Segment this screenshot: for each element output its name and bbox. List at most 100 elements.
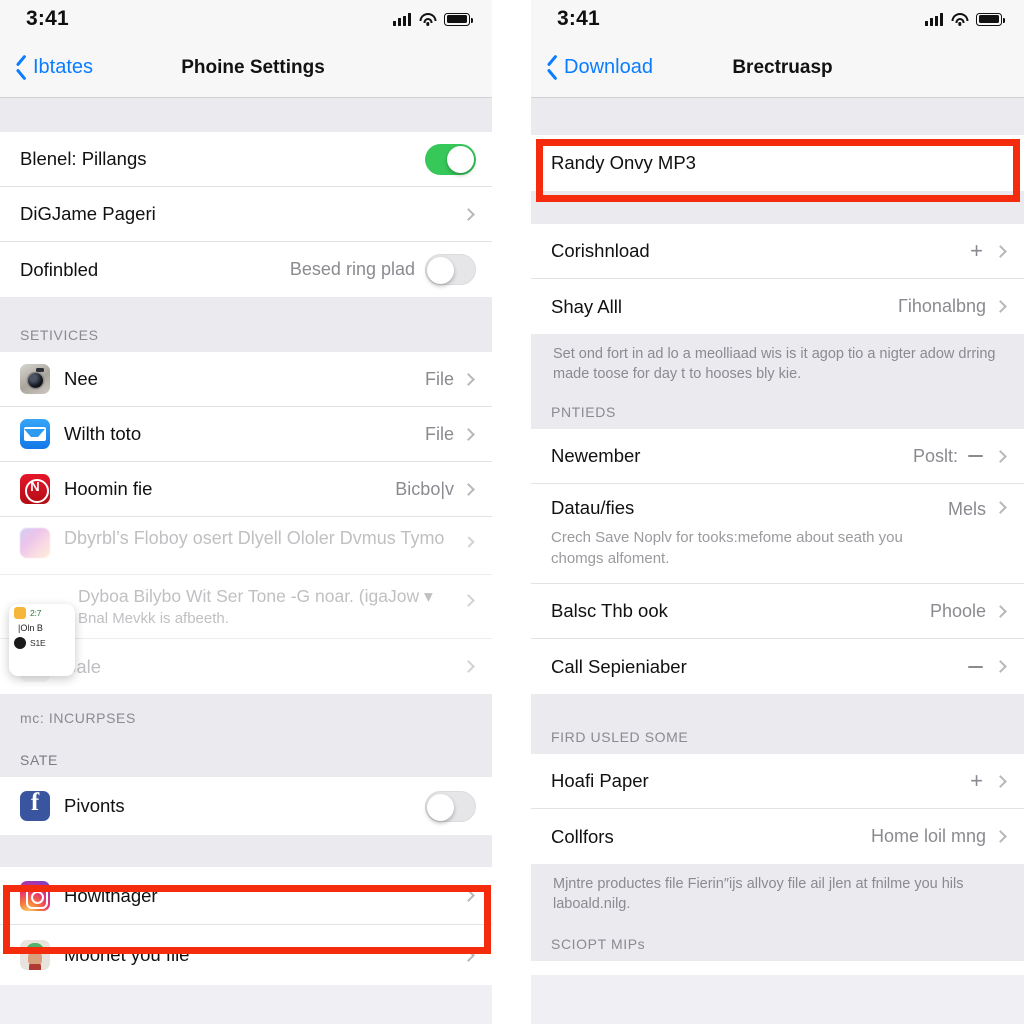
spacer (0, 835, 492, 867)
right-group-1: Corishnload + Shay Alll Γihonalbng (531, 224, 1024, 334)
spacer (531, 694, 1024, 722)
back-button[interactable]: Download (547, 56, 653, 79)
row-title: Dofinbled (20, 258, 99, 280)
section-header-incurses: mc: INCURPSES (0, 694, 492, 735)
list-item[interactable]: Corishnload + (531, 224, 1024, 279)
row-title: Dbyrbl’s Floboy osert Dlyell Ololer Dvmu… (64, 528, 445, 548)
list-item[interactable]: Dofinbled Besed ring plad (0, 242, 492, 297)
wifi-icon (951, 12, 968, 26)
row-title: Newember (551, 445, 641, 466)
row-title: DiGJame Pageri (20, 203, 156, 224)
status-icons (925, 12, 1006, 26)
row-value: Phoole (929, 600, 986, 621)
wifi-icon (419, 12, 436, 26)
list-item[interactable]: Balsc Thb ook Phoole (531, 584, 1024, 640)
minus-icon[interactable] (968, 454, 983, 458)
popup-value: 2:7 (30, 608, 42, 618)
list-item[interactable]: Hoomin fie Bicbo|v (0, 462, 492, 517)
section-header-first-used: FIRD USLED SOME (531, 721, 1024, 755)
chevron-right-icon (994, 244, 1007, 258)
left-group-general: Blenel: Pillangs DiGJame Pageri Dofinble… (0, 132, 492, 297)
list-item-highlighted[interactable]: Randy Onvy MP3 (531, 135, 1024, 191)
section-header-services: SETIVICES (0, 297, 492, 352)
left-group-social: Pivonts (0, 777, 492, 835)
list-item[interactable]: Pivonts (0, 777, 492, 835)
section-footer-1: Set ond fort in ad lo a meolliaad wis is… (531, 334, 1024, 398)
chevron-right-icon (463, 536, 475, 548)
row-value: File (424, 423, 454, 444)
row-value: Bicbo|v (395, 478, 454, 499)
row-title: Moonet you file (64, 944, 190, 965)
list-item[interactable]: Collfors Home loil mng (531, 809, 1024, 865)
list-item[interactable]: Shay Alll Γihonalbng (531, 279, 1024, 334)
list-item[interactable]: DiGJame Pageri (0, 187, 492, 242)
popup-row: S1E (9, 634, 75, 652)
row-title: Call Sepieniaber (551, 655, 687, 677)
avatar-app-icon (20, 940, 50, 970)
popup-chip-icon (14, 607, 26, 619)
row-subtitle: Bnal Mevkk is afbeeth. (78, 610, 229, 627)
facebook-app-icon (20, 791, 50, 821)
chevron-left-icon (16, 57, 28, 78)
popup-line: |Oln B (18, 623, 43, 633)
status-clock: 3:41 (26, 7, 69, 30)
row-value: Besed ring plad (289, 259, 415, 279)
section-footer-2: Mjntre productes file Fierin″ijs allvoy … (531, 864, 1024, 929)
list-item[interactable]: Blenel: Pillangs (0, 132, 492, 187)
list-item[interactable]: Newember Poslt: (531, 429, 1024, 484)
chevron-right-icon (994, 605, 1007, 618)
row-value: Γihonalbng (898, 296, 986, 316)
cellular-bars-icon (393, 12, 411, 26)
row-title: Corishnload (551, 240, 650, 261)
left-nav-bar: Ibtates Phoine Settings (0, 38, 492, 98)
battery-full-icon (444, 12, 474, 26)
chevron-right-icon (994, 775, 1007, 788)
row-title: Balsc Thb ook (551, 600, 668, 622)
instagram-app-icon (20, 880, 50, 911)
list-item[interactable]: Call Sepieniaber (531, 639, 1024, 695)
status-clock: 3:41 (557, 7, 600, 30)
row-title: Collfors (551, 825, 614, 847)
chevron-right-icon (462, 482, 475, 496)
chevron-right-icon (462, 594, 475, 607)
chevron-right-icon (994, 830, 1007, 844)
camera-app-icon (20, 364, 50, 394)
row-title: Randy Onvy MP3 (551, 152, 696, 173)
status-icons (393, 12, 474, 26)
list-item[interactable]: Hoafi Paper + (531, 754, 1024, 810)
row-title: Pivonts (64, 795, 125, 816)
row-value: Home loil mng (870, 826, 986, 847)
toggle-switch[interactable] (425, 143, 476, 175)
plus-icon[interactable]: + (970, 770, 983, 792)
list-item-highlighted[interactable]: Howlthager (0, 867, 492, 925)
screenshot-stage: 3:41 Ibtates Phoine Settings Blenel: Pil… (0, 0, 1024, 1024)
spacer (531, 98, 1024, 135)
row-title: Hoafi Paper (551, 770, 649, 792)
list-item[interactable]: Moonet you file (0, 925, 492, 985)
chevron-right-icon (462, 889, 475, 902)
row-subtitle: Crech Save Noplv for tooks:mefome about … (551, 529, 903, 567)
right-phone-panel: 3:41 Download Brectruasp Randy Onvy MP3 (531, 0, 1024, 1024)
toggle-switch[interactable] (425, 254, 476, 285)
row-value: Poslt: (912, 445, 958, 466)
list-item[interactable]: Wilth toto File (0, 407, 492, 462)
right-status-bar: 3:41 (531, 0, 1024, 38)
plus-icon[interactable]: + (970, 240, 983, 262)
row-title: Nee (64, 368, 98, 389)
chevron-right-icon (462, 948, 475, 962)
list-item[interactable]: Nee File (0, 352, 492, 407)
minus-icon[interactable] (968, 665, 983, 669)
back-button[interactable]: Ibtates (16, 56, 93, 79)
toggle-switch[interactable] (425, 790, 476, 822)
battery-full-icon (976, 12, 1006, 26)
chevron-right-icon (462, 427, 475, 441)
list-item[interactable]: Datau/fies Crech Save Noplv for tooks:me… (531, 484, 1024, 585)
right-nav-bar: Download Brectruasp (531, 38, 1024, 98)
floating-popup-card: 2:7 |Oln B S1E (9, 604, 75, 676)
red-app-icon (20, 474, 50, 504)
mail-app-icon (20, 419, 50, 449)
row-title: Howlthager (64, 884, 158, 906)
section-header-sate: SATE (0, 735, 492, 777)
chevron-left-icon (547, 57, 559, 78)
list-item[interactable]: Dbyrbl’s Floboy osert Dlyell Ololer Dvmu… (0, 517, 492, 575)
